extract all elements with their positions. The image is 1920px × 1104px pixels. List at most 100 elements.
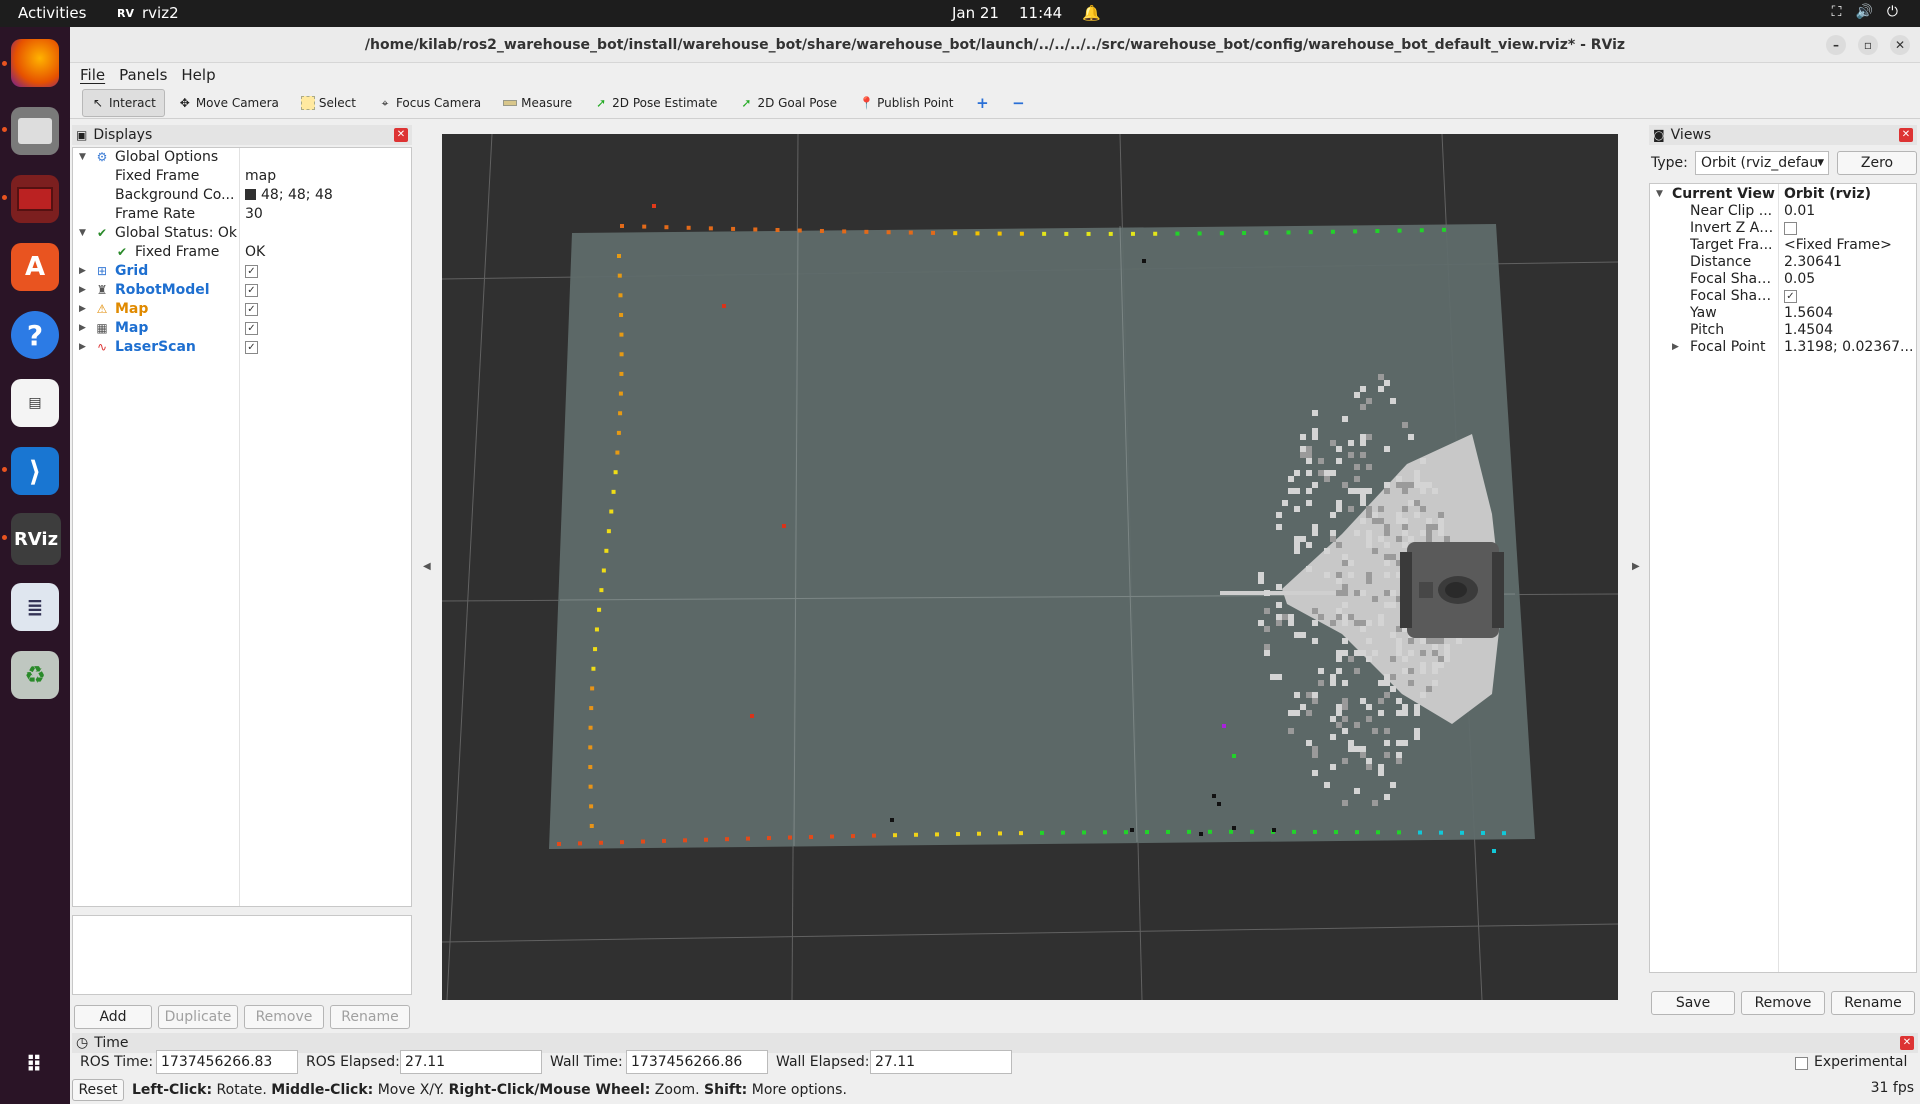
remove-view-button[interactable]: Remove — [1741, 991, 1825, 1015]
tree-row-map-1[interactable]: ▶ ⚠ Map ✓ — [73, 300, 411, 319]
tree-row-fixed-frame[interactable]: Fixed Frame map — [73, 167, 411, 186]
remove-tool-button[interactable]: − — [1002, 89, 1034, 117]
collapse-left-arrow-icon[interactable]: ◀ — [423, 561, 431, 572]
view-prop-row[interactable]: Yaw 1.5604 — [1650, 305, 1916, 322]
show-apps-icon[interactable]: ⠿ — [11, 1041, 59, 1089]
robot-model-checkbox[interactable]: ✓ — [245, 284, 258, 297]
collapse-right-arrow-icon[interactable]: ▶ — [1632, 561, 1640, 572]
displays-tree[interactable]: ▼ ⚙ Global Options Fixed Frame map Backg… — [72, 147, 412, 907]
firefox-icon[interactable] — [11, 39, 59, 87]
collapse-arrow-icon[interactable]: ▶ — [79, 281, 86, 300]
app-center-icon[interactable]: A — [11, 243, 59, 291]
rviz-icon[interactable]: RViz — [11, 513, 61, 565]
view-prop-row[interactable]: Distance 2.30641 — [1650, 254, 1916, 271]
files-icon[interactable] — [11, 107, 59, 155]
view-prop-row[interactable]: Target Fra... <Fixed Frame> — [1650, 237, 1916, 254]
vscode-icon[interactable]: ⟩ — [11, 447, 59, 495]
wall-time-field[interactable]: 1737456266.86 — [626, 1050, 768, 1074]
fixed-frame-value[interactable]: map — [245, 167, 276, 186]
focus-camera-tool[interactable]: ⌖ Focus Camera — [369, 89, 490, 117]
menu-help[interactable]: Help — [181, 63, 215, 87]
add-tool-button[interactable]: + — [966, 89, 998, 117]
ros-time-field[interactable]: 1737456266.83 — [156, 1050, 298, 1074]
view-prop-value[interactable]: <Fixed Frame> — [1784, 237, 1914, 254]
minimize-button[interactable]: – — [1826, 35, 1846, 55]
view-prop-value[interactable]: 0.01 — [1784, 203, 1914, 220]
menu-panels[interactable]: Panels — [119, 63, 167, 87]
tree-row-global-options[interactable]: ▼ ⚙ Global Options — [73, 148, 411, 167]
pose-estimate-tool[interactable]: ➚ 2D Pose Estimate — [585, 89, 726, 117]
view-prop-row[interactable]: Near Clip ... 0.01 — [1650, 203, 1916, 220]
tree-row-global-status[interactable]: ▼ ✔ Global Status: Ok — [73, 224, 411, 243]
maximize-button[interactable]: ▫ — [1858, 35, 1878, 55]
publish-point-tool[interactable]: 📍 Publish Point — [850, 89, 962, 117]
close-icon[interactable]: ✕ — [394, 128, 408, 142]
collapse-arrow-icon[interactable]: ▶ — [79, 262, 86, 281]
collapse-arrow-icon[interactable]: ▶ — [79, 319, 86, 338]
view-prop-value[interactable]: 1.5604 — [1784, 305, 1914, 322]
duplicate-button[interactable]: Duplicate — [158, 1005, 238, 1029]
document-viewer-icon[interactable]: ▤ — [11, 379, 59, 427]
view-type-select[interactable]: Orbit (rviz_defau ▼ — [1695, 151, 1829, 175]
tree-row-status-fixed-frame[interactable]: ✔ Fixed Frame OK — [73, 243, 411, 262]
goal-pose-tool[interactable]: ➚ 2D Goal Pose — [730, 89, 846, 117]
reset-button[interactable]: Reset — [72, 1079, 124, 1101]
text-editor-icon[interactable]: ≣ — [11, 583, 59, 631]
activities-button[interactable]: Activities — [18, 4, 86, 22]
app-menu[interactable]: RV rviz2 — [117, 4, 179, 22]
close-button[interactable]: ✕ — [1890, 35, 1910, 55]
interact-tool[interactable]: ↖ Interact — [82, 88, 165, 117]
view-prop-value[interactable]: 1.3198; 0.02367... — [1784, 339, 1914, 356]
background-color-value[interactable]: 48; 48; 48 — [245, 186, 333, 205]
tree-row-grid[interactable]: ▶ ⊞ Grid ✓ — [73, 262, 411, 281]
measure-tool[interactable]: Measure — [494, 89, 581, 117]
help-icon[interactable]: ? — [11, 311, 59, 359]
view-prop-row[interactable]: ▶ Focal Point 1.3198; 0.02367... — [1650, 339, 1916, 356]
view-prop-checkbox[interactable] — [1784, 222, 1797, 235]
add-button[interactable]: Add — [74, 1005, 152, 1029]
move-camera-tool[interactable]: ✥ Move Camera — [169, 89, 288, 117]
system-tray[interactable]: ⛶ 🔊 ⏻ — [1832, 4, 1898, 20]
map-checkbox[interactable]: ✓ — [245, 303, 258, 316]
view-prop-row[interactable]: Focal Shap... 0.05 — [1650, 271, 1916, 288]
view-prop-row[interactable]: Focal Shap... ✓ — [1650, 288, 1916, 305]
laserscan-checkbox[interactable]: ✓ — [245, 341, 258, 354]
tree-row-robot-model[interactable]: ▶ ♜ RobotModel ✓ — [73, 281, 411, 300]
frame-rate-value[interactable]: 30 — [245, 205, 263, 224]
expand-arrow-icon[interactable]: ▼ — [1656, 186, 1663, 203]
collapse-arrow-icon[interactable]: ▶ — [79, 300, 86, 319]
tree-row-frame-rate[interactable]: Frame Rate 30 — [73, 205, 411, 224]
view-prop-row[interactable]: Invert Z Axis — [1650, 220, 1916, 237]
expand-arrow-icon[interactable]: ▼ — [79, 148, 86, 167]
map-checkbox[interactable]: ✓ — [245, 322, 258, 335]
clock[interactable]: Jan 21 11:44 🔔 — [952, 4, 1101, 22]
experimental-checkbox[interactable] — [1795, 1057, 1808, 1070]
3d-viewport[interactable] — [442, 134, 1618, 1000]
tree-row-background-color[interactable]: Background Co... 48; 48; 48 — [73, 186, 411, 205]
grid-checkbox[interactable]: ✓ — [245, 265, 258, 278]
rename-view-button[interactable]: Rename — [1831, 991, 1915, 1015]
terminal-icon[interactable] — [11, 175, 59, 223]
collapse-arrow-icon[interactable]: ▶ — [1672, 339, 1679, 356]
remove-button[interactable]: Remove — [244, 1005, 324, 1029]
zero-button[interactable]: Zero — [1837, 151, 1917, 175]
view-prop-value[interactable]: 1.4504 — [1784, 322, 1914, 339]
views-tree[interactable]: ▼ Current View Orbit (rviz) Near Clip ..… — [1649, 183, 1917, 973]
trash-icon[interactable]: ♻ — [11, 651, 59, 699]
view-prop-row[interactable]: Pitch 1.4504 — [1650, 322, 1916, 339]
tree-row-map-2[interactable]: ▶ ▦ Map ✓ — [73, 319, 411, 338]
rename-button[interactable]: Rename — [330, 1005, 410, 1029]
select-tool[interactable]: Select — [292, 89, 365, 117]
save-button[interactable]: Save — [1651, 991, 1735, 1015]
view-prop-value[interactable]: 0.05 — [1784, 271, 1914, 288]
wall-elapsed-field[interactable]: 27.11 — [870, 1050, 1012, 1074]
close-icon[interactable]: ✕ — [1899, 128, 1913, 142]
tree-row-current-view[interactable]: ▼ Current View Orbit (rviz) — [1650, 186, 1916, 203]
view-prop-checkbox[interactable]: ✓ — [1784, 290, 1797, 303]
window-titlebar[interactable]: /home/kilab/ros2_warehouse_bot/install/w… — [70, 27, 1920, 63]
expand-arrow-icon[interactable]: ▼ — [79, 224, 86, 243]
tree-row-laserscan[interactable]: ▶ ∿ LaserScan ✓ — [73, 338, 411, 357]
collapse-arrow-icon[interactable]: ▶ — [79, 338, 86, 357]
menu-file[interactable]: File — [80, 63, 105, 87]
view-prop-value[interactable]: 2.30641 — [1784, 254, 1914, 271]
